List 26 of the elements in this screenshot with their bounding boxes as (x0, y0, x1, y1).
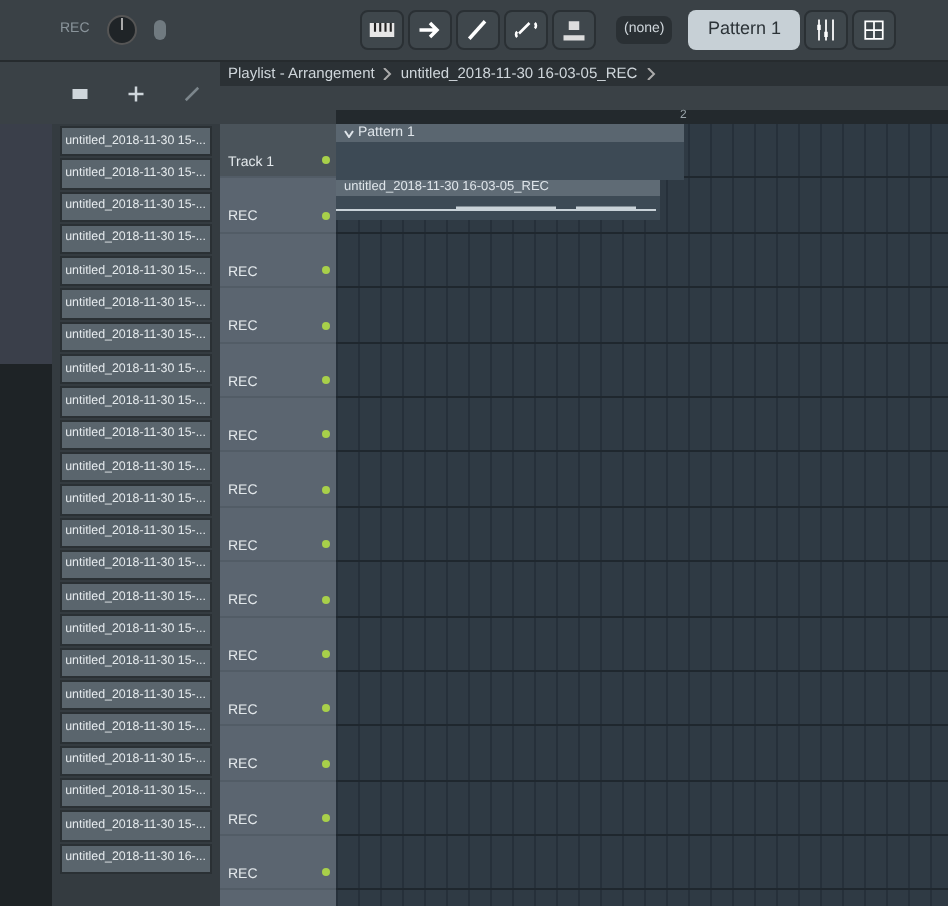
knob-icon[interactable] (105, 14, 138, 46)
track-led-icon[interactable] (322, 759, 330, 768)
pattern-selector[interactable]: Pattern 1 (688, 10, 801, 50)
track-led-icon[interactable] (322, 211, 330, 220)
track-led-icon[interactable] (322, 649, 330, 658)
move-icon[interactable] (125, 83, 146, 103)
mixer-icon[interactable] (804, 10, 849, 50)
track-led-icon[interactable] (322, 266, 330, 275)
track-led-icon[interactable] (322, 156, 330, 165)
track-led-icon[interactable] (322, 868, 330, 877)
track-led-icon[interactable] (322, 321, 330, 330)
track-led-icon[interactable] (322, 375, 330, 384)
chevron-icon (645, 68, 656, 80)
grid-icon[interactable] (852, 10, 897, 50)
brush-icon[interactable] (456, 10, 500, 50)
track-led-icon[interactable] (322, 485, 330, 494)
track-led-icon[interactable] (322, 540, 330, 549)
slider-handle-icon[interactable] (153, 20, 166, 40)
pencil-icon[interactable] (181, 83, 202, 103)
chevron-down-icon[interactable] (344, 129, 354, 137)
track-led-icon[interactable] (322, 814, 330, 823)
track-led-icon[interactable] (322, 704, 330, 713)
track-led-icon[interactable] (322, 595, 330, 604)
chevron-icon (382, 68, 393, 80)
track-led-icon[interactable] (322, 430, 330, 439)
stamp-icon[interactable] (552, 10, 596, 50)
